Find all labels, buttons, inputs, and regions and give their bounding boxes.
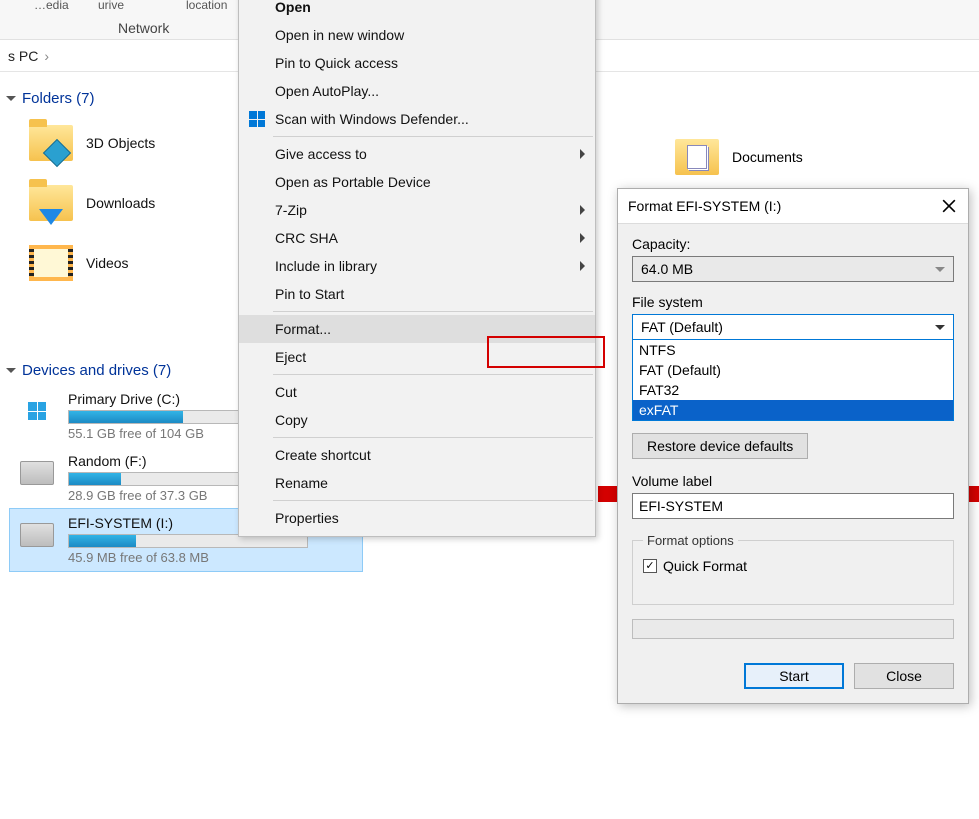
volume-label-label: Volume label: [632, 473, 954, 489]
chevron-down-icon: [935, 267, 945, 272]
menu-item-cut[interactable]: Cut: [239, 378, 595, 406]
folder-icon: [675, 139, 719, 175]
submenu-arrow-icon: [580, 205, 585, 215]
close-button[interactable]: [940, 197, 958, 215]
quick-format-label: Quick Format: [663, 558, 747, 574]
menu-separator: [273, 311, 593, 312]
menu-item-copy[interactable]: Copy: [239, 406, 595, 434]
menu-item-properties[interactable]: Properties: [239, 504, 595, 532]
folder-icon: [26, 238, 76, 288]
chevron-down-icon: [935, 325, 945, 330]
volume-label-input[interactable]: [632, 493, 954, 519]
breadcrumb-separator: ›: [40, 48, 53, 64]
chevron-down-icon: [6, 96, 16, 101]
submenu-arrow-icon: [580, 233, 585, 243]
checkbox-check-icon: ✓: [643, 559, 657, 573]
folder-label: Documents: [732, 149, 803, 165]
drive-os-icon: [14, 391, 60, 431]
breadcrumb-item[interactable]: s PC: [6, 46, 40, 66]
folder-icon: [26, 178, 76, 228]
fs-option-ntfs[interactable]: NTFS: [633, 340, 953, 360]
menu-item-rename[interactable]: Rename: [239, 469, 595, 497]
menu-separator: [273, 437, 593, 438]
close-button-bottom[interactable]: Close: [854, 663, 954, 689]
chevron-down-icon: [6, 368, 16, 373]
ribbon-word: urive: [98, 0, 124, 12]
start-button[interactable]: Start: [744, 663, 844, 689]
menu-item-open-portable[interactable]: Open as Portable Device: [239, 168, 595, 196]
capacity-combo[interactable]: 64.0 MB: [632, 256, 954, 282]
ribbon-word: location: [186, 0, 227, 12]
drive-free-text: 45.9 MB free of 63.8 MB: [68, 550, 328, 565]
capacity-label: Capacity:: [632, 236, 954, 252]
filesystem-dropdown: NTFS FAT (Default) FAT32 exFAT: [632, 340, 954, 421]
menu-item-open-new-window[interactable]: Open in new window: [239, 21, 595, 49]
quick-format-checkbox[interactable]: ✓ Quick Format: [643, 558, 943, 574]
fs-option-fat-default[interactable]: FAT (Default): [633, 360, 953, 380]
menu-item-7zip[interactable]: 7-Zip: [239, 196, 595, 224]
menu-item-crc-sha[interactable]: CRC SHA: [239, 224, 595, 252]
menu-item-open-autoplay[interactable]: Open AutoPlay...: [239, 77, 595, 105]
dialog-titlebar[interactable]: Format EFI-SYSTEM (I:): [618, 189, 968, 224]
filesystem-combo[interactable]: FAT (Default): [632, 314, 954, 340]
dialog-title: Format EFI-SYSTEM (I:): [628, 198, 781, 214]
restore-defaults-button[interactable]: Restore device defaults: [632, 433, 808, 459]
close-icon: [942, 199, 956, 213]
selection-bar: [969, 486, 979, 502]
menu-item-pin-quick-access[interactable]: Pin to Quick access: [239, 49, 595, 77]
drive-icon: [14, 515, 60, 555]
filesystem-value: FAT (Default): [641, 319, 723, 335]
menu-separator: [273, 374, 593, 375]
fs-option-exfat[interactable]: exFAT: [633, 400, 953, 420]
folder-icon: [26, 118, 76, 168]
format-options-group: Format options ✓ Quick Format: [632, 533, 954, 605]
defender-icon: [249, 111, 265, 127]
menu-item-create-shortcut[interactable]: Create shortcut: [239, 441, 595, 469]
folder-item-documents[interactable]: Documents: [672, 132, 803, 182]
menu-item-give-access-to[interactable]: Give access to: [239, 140, 595, 168]
capacity-value: 64.0 MB: [641, 261, 693, 277]
ribbon-network-label: Network: [118, 20, 169, 36]
format-progress-bar: [632, 619, 954, 639]
folder-label: Videos: [86, 255, 129, 271]
format-options-legend: Format options: [643, 533, 738, 548]
submenu-arrow-icon: [580, 261, 585, 271]
menu-item-eject[interactable]: Eject: [239, 343, 595, 371]
menu-item-open[interactable]: Open: [239, 0, 595, 21]
menu-item-include-in-library[interactable]: Include in library: [239, 252, 595, 280]
ribbon-word: …edia: [34, 0, 69, 12]
menu-item-pin-to-start[interactable]: Pin to Start: [239, 280, 595, 308]
fs-option-fat32[interactable]: FAT32: [633, 380, 953, 400]
menu-item-scan-defender[interactable]: Scan with Windows Defender...: [239, 105, 595, 133]
drive-icon: [14, 453, 60, 493]
menu-separator: [273, 136, 593, 137]
section-title: Devices and drives (7): [22, 362, 171, 379]
folder-label: Downloads: [86, 195, 155, 211]
menu-separator: [273, 500, 593, 501]
folder-label: 3D Objects: [86, 135, 155, 151]
menu-item-format[interactable]: Format...: [239, 315, 595, 343]
submenu-arrow-icon: [580, 149, 585, 159]
format-dialog: Format EFI-SYSTEM (I:) Capacity: 64.0 MB…: [617, 188, 969, 704]
section-title: Folders (7): [22, 90, 95, 107]
context-menu: Open Open in new window Pin to Quick acc…: [238, 0, 596, 537]
filesystem-label: File system: [632, 294, 954, 310]
